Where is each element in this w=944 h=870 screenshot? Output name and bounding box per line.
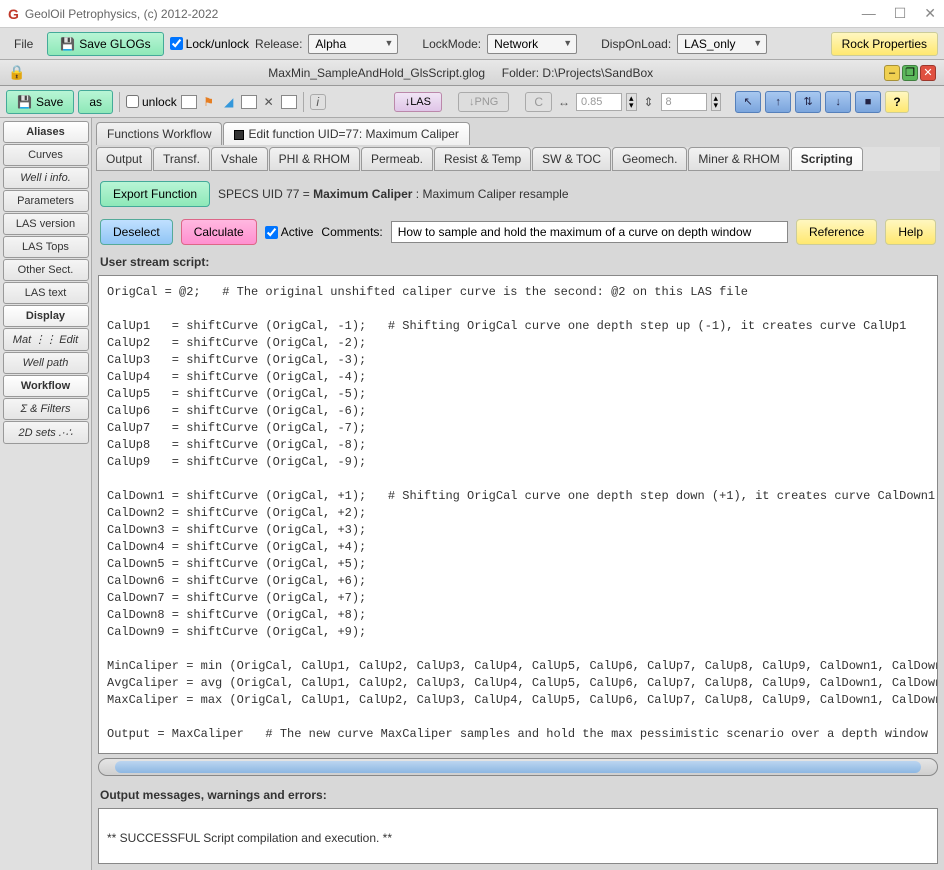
- subtab-phi-rhom[interactable]: PHI & RHOM: [269, 147, 360, 171]
- disponload-select[interactable]: LAS_only: [677, 34, 767, 54]
- specs-text: SPECS UID 77 = Maximum Caliper : Maximum…: [218, 187, 568, 201]
- output-messages-label: Output messages, warnings and errors:: [96, 784, 940, 806]
- deselect-button[interactable]: Deselect: [100, 219, 173, 245]
- vert-icon: ⇕: [641, 94, 657, 110]
- info-button[interactable]: i: [310, 94, 326, 110]
- lock-unlock-checkbox[interactable]: Lock/unlock: [170, 37, 249, 51]
- app-icon: G: [8, 6, 19, 22]
- filename: MaxMin_SampleAndHold_GlsScript.glog: [268, 66, 485, 80]
- disponload-label: DispOnLoad:: [601, 37, 671, 51]
- subtab-sw-toc[interactable]: SW & TOC: [532, 147, 611, 171]
- lockmode-select[interactable]: Network: [487, 34, 577, 54]
- value-input[interactable]: [661, 93, 707, 111]
- nav-stop-button[interactable]: ■: [855, 91, 881, 113]
- user-stream-label: User stream script:: [96, 251, 940, 273]
- window-title: GeolOil Petrophysics, (c) 2012-2022: [25, 7, 862, 21]
- sidebar-item-12[interactable]: Σ & Filters: [3, 398, 89, 420]
- horizontal-scrollbar[interactable]: [98, 758, 938, 776]
- subtab-geomech-[interactable]: Geomech.: [612, 147, 687, 171]
- tab-edit-function[interactable]: Edit function UID=77: Maximum Caliper: [223, 122, 469, 145]
- sidebar-item-13[interactable]: 2D sets .·∴: [3, 421, 89, 444]
- nav-down-button[interactable]: ↓: [825, 91, 851, 113]
- sidebar-item-10[interactable]: Well path: [3, 352, 89, 374]
- output-messages: ** SUCCESSFUL Script compilation and exe…: [98, 808, 938, 864]
- minimize-button[interactable]: —: [862, 5, 876, 22]
- export-function-button[interactable]: Export Function: [100, 181, 210, 207]
- save-glogs-button[interactable]: 💾 Save GLOGs: [47, 32, 163, 56]
- subtab-scripting[interactable]: Scripting: [791, 147, 863, 171]
- sidebar-item-5[interactable]: LAS Tops: [3, 236, 89, 258]
- zoom-input[interactable]: [576, 93, 622, 111]
- comments-label: Comments:: [321, 225, 382, 239]
- nav-up-button[interactable]: ↑: [765, 91, 791, 113]
- lock-icon: 🔒: [8, 64, 25, 81]
- c-button[interactable]: C: [525, 92, 552, 112]
- subtab-resist-temp[interactable]: Resist & Temp: [434, 147, 531, 171]
- subtab-permeab-[interactable]: Permeab.: [361, 147, 433, 171]
- sidebar-item-8[interactable]: Display: [3, 305, 89, 327]
- lockmode-label: LockMode:: [422, 37, 481, 51]
- menu-file[interactable]: File: [6, 33, 41, 55]
- sidebar-item-7[interactable]: LAS text: [3, 282, 89, 304]
- subtab-transf-[interactable]: Transf.: [153, 147, 210, 171]
- inner-minimize-button[interactable]: –: [884, 65, 900, 81]
- tool-icon-1[interactable]: [181, 95, 197, 109]
- sidebar-item-4[interactable]: LAS version: [3, 213, 89, 235]
- sidebar: AliasesCurvesWell i info.ParametersLAS v…: [0, 118, 92, 870]
- export-las-button[interactable]: ↓LAS: [394, 92, 442, 112]
- toolbar: 💾 Save as unlock ⚑ ◢ ✕ i ↓LAS ↓PNG C ↔ ▴…: [0, 86, 944, 118]
- sidebar-item-0[interactable]: Aliases: [3, 121, 89, 143]
- nav-diag-button[interactable]: ↖: [735, 91, 761, 113]
- arrow-icon: ↔: [556, 94, 572, 110]
- inner-maximize-button[interactable]: ❐: [902, 65, 918, 81]
- triangle-icon[interactable]: ◢: [221, 94, 237, 110]
- filebar: 🔒 MaxMin_SampleAndHold_GlsScript.glog Fo…: [0, 60, 944, 86]
- sidebar-item-2[interactable]: Well i info.: [3, 167, 89, 189]
- sidebar-item-9[interactable]: Mat ⋮⋮ Edit: [3, 328, 89, 351]
- release-label: Release:: [255, 37, 302, 51]
- sidebar-item-1[interactable]: Curves: [3, 144, 89, 166]
- tab-functions-workflow[interactable]: Functions Workflow: [96, 122, 222, 145]
- help-small-button[interactable]: Help: [885, 219, 936, 245]
- rock-properties-button[interactable]: Rock Properties: [831, 32, 938, 56]
- spinner-icon-2[interactable]: ▴▾: [711, 93, 722, 111]
- close-button[interactable]: ✕: [924, 5, 936, 22]
- maximize-button[interactable]: ☐: [894, 5, 907, 22]
- content-area: Functions Workflow Edit function UID=77:…: [92, 118, 944, 870]
- subtab-vshale[interactable]: Vshale: [211, 147, 268, 171]
- save-button[interactable]: 💾 Save: [6, 90, 74, 114]
- sidebar-item-11[interactable]: Workflow: [3, 375, 89, 397]
- comments-input[interactable]: [391, 221, 788, 243]
- sidebar-item-6[interactable]: Other Sect.: [3, 259, 89, 281]
- square-icon: [234, 130, 244, 140]
- help-button[interactable]: ?: [885, 91, 909, 113]
- x-icon[interactable]: ✕: [261, 94, 277, 110]
- inner-close-button[interactable]: ✕: [920, 65, 936, 81]
- reference-button[interactable]: Reference: [796, 219, 877, 245]
- tool-icon-3[interactable]: [281, 95, 297, 109]
- unlock-checkbox[interactable]: unlock: [126, 95, 177, 109]
- calculate-button[interactable]: Calculate: [181, 219, 257, 245]
- tool-icon-2[interactable]: [241, 95, 257, 109]
- script-editor[interactable]: OrigCal = @2; # The original unshifted c…: [98, 275, 938, 754]
- menubar: File 💾 Save GLOGs Lock/unlock Release: A…: [0, 28, 944, 60]
- save-glogs-label: Save GLOGs: [79, 37, 150, 51]
- save-as-button[interactable]: as: [78, 90, 113, 114]
- active-checkbox[interactable]: Active: [265, 225, 314, 239]
- release-select[interactable]: Alpha: [308, 34, 398, 54]
- subtab-miner-rhom[interactable]: Miner & RHOM: [688, 147, 789, 171]
- export-png-button[interactable]: ↓PNG: [458, 92, 509, 112]
- nav-diag2-button[interactable]: ⇅: [795, 91, 821, 113]
- flag-icon[interactable]: ⚑: [201, 94, 217, 110]
- folder-path: Folder: D:\Projects\SandBox: [502, 66, 653, 80]
- sidebar-item-3[interactable]: Parameters: [3, 190, 89, 212]
- subtab-output[interactable]: Output: [96, 147, 152, 171]
- spinner-icon[interactable]: ▴▾: [626, 93, 637, 111]
- titlebar: G GeolOil Petrophysics, (c) 2012-2022 — …: [0, 0, 944, 28]
